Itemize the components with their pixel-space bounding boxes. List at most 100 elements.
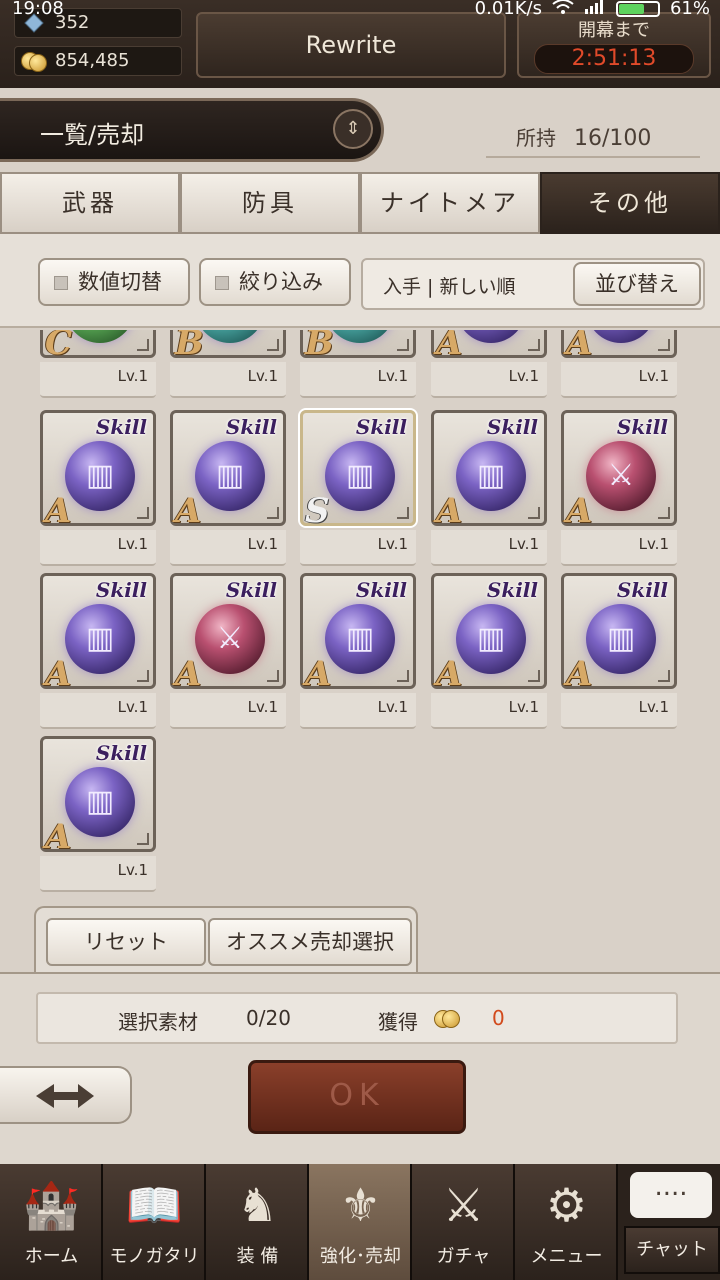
item-card[interactable]: ▥ Skill A Lv.1 (561, 573, 677, 731)
filter-bar: 数値切替 絞り込み 入手 | 新しい順 並び替え (0, 234, 720, 328)
item-frame: ▥ Skill A (561, 573, 677, 694)
reset-button[interactable]: リセット (46, 918, 206, 966)
rank-badge: A (566, 654, 593, 694)
skill-tag: Skill (95, 741, 147, 765)
gain-value: 0 (492, 1006, 505, 1030)
rank-badge: A (436, 330, 463, 363)
frame-corner-ornament (137, 507, 149, 519)
item-card[interactable]: C Lv.1 (40, 330, 156, 400)
checkbox-icon (54, 276, 68, 290)
back-button[interactable] (0, 1066, 132, 1124)
skill-book-orb-icon (456, 330, 526, 343)
item-card[interactable]: ⚔ Skill A Lv.1 (170, 573, 286, 731)
item-frame: ▥ Skill A (40, 410, 156, 531)
book-icon: 📖 (125, 1178, 184, 1232)
swords-icon: ⚔ (442, 1178, 485, 1232)
rank-badge: C (45, 330, 73, 363)
chat-label: チャット (624, 1226, 720, 1274)
item-card[interactable]: ▥ Skill S Lv.1 (300, 410, 416, 568)
nav-item-book[interactable]: 📖 モノガタリ (103, 1164, 206, 1280)
item-level: Lv.1 (40, 530, 156, 566)
frame-corner-ornament (658, 339, 670, 351)
chat-button[interactable]: .... チャット (618, 1164, 720, 1280)
frame-corner-ornament (658, 670, 670, 682)
category-tabs: 武器 防具 ナイトメア その他 (0, 172, 720, 234)
item-level: Lv.1 (40, 856, 156, 892)
gain-label: 獲得 (378, 1010, 418, 1034)
skill-book-orb-icon (325, 330, 395, 343)
item-card[interactable]: A Lv.1 (431, 330, 547, 400)
switch-mode-icon[interactable]: ⇕ (333, 109, 373, 149)
frame-corner-ornament (267, 507, 279, 519)
item-card[interactable]: ▥ Skill A Lv.1 (40, 410, 156, 568)
skill-book-orb-icon (65, 330, 135, 343)
rank-badge: B (305, 330, 334, 363)
item-frame: ⚔ Skill A (170, 573, 286, 694)
owned-value: 16/100 (574, 126, 652, 151)
rank-badge: B (175, 330, 204, 363)
item-grid[interactable]: C Lv.1 B Lv.1 B Lv.1 A Lv.1 A Lv.1 ▥ Skill A Lv.1 ▥ Ski… (0, 330, 720, 970)
skill-tag: Skill (616, 578, 668, 602)
back-arrow-icon (34, 1077, 96, 1112)
item-card[interactable]: ▥ Skill A Lv.1 (40, 573, 156, 731)
item-card[interactable]: A Lv.1 (561, 330, 677, 400)
ok-button[interactable]: OK (248, 1060, 466, 1134)
toggle-values-button[interactable]: 数値切替 (38, 258, 190, 306)
item-card[interactable]: ▥ Skill A Lv.1 (300, 573, 416, 731)
nav-item-castle[interactable]: 🏰 ホーム (0, 1164, 103, 1280)
nav-item-gears[interactable]: ⚙ メニュー (515, 1164, 618, 1280)
tab-weapons[interactable]: 武器 (0, 172, 180, 234)
item-card[interactable]: ▥ Skill A Lv.1 (431, 410, 547, 568)
timer-value: 2:51:13 (534, 44, 694, 74)
nav-item-helmet[interactable]: ⚜ 強化･売却 (309, 1164, 412, 1280)
item-frame: ▥ Skill A (300, 573, 416, 694)
skill-tag: Skill (225, 578, 277, 602)
frame-corner-ornament (397, 507, 409, 519)
skill-tag: Skill (95, 578, 147, 602)
item-level: Lv.1 (561, 693, 677, 729)
narrow-button[interactable]: 絞り込み (199, 258, 351, 306)
clock: 19:08 (12, 0, 64, 19)
nav-item-puppet[interactable]: ♞ 装 備 (206, 1164, 309, 1280)
recommend-sell-button[interactable]: オススメ売却選択 (208, 918, 412, 966)
sort-button[interactable]: 並び替え (573, 262, 701, 306)
frame-corner-ornament (528, 670, 540, 682)
skill-book-orb-icon: ▥ (325, 441, 395, 511)
narrow-label: 絞り込み (239, 270, 323, 294)
nav-label: 強化･売却 (320, 1246, 401, 1267)
crossed-swords-orb-icon: ⚔ (586, 441, 656, 511)
castle-icon: 🏰 (22, 1178, 81, 1232)
item-frame: B (300, 330, 416, 363)
item-card[interactable]: ▥ Skill A Lv.1 (170, 410, 286, 568)
puppet-icon: ♞ (236, 1178, 279, 1232)
item-frame: ▥ Skill A (170, 410, 286, 531)
chat-bubble-icon: .... (630, 1172, 712, 1218)
frame-corner-ornament (397, 670, 409, 682)
rank-badge: S (305, 491, 330, 531)
rank-badge: A (45, 491, 72, 531)
list-title-bar[interactable]: 一覧/売却 ⇕ (0, 98, 384, 162)
item-frame: ▥ Skill A (40, 736, 156, 857)
item-level: Lv.1 (40, 362, 156, 398)
selected-label: 選択素材 (118, 1010, 198, 1034)
tab-nightmare[interactable]: ナイトメア (360, 172, 540, 234)
frame-corner-ornament (137, 670, 149, 682)
rank-badge: A (45, 817, 72, 857)
divider (486, 156, 700, 158)
frame-corner-ornament (267, 339, 279, 351)
item-level: Lv.1 (431, 693, 547, 729)
skill-book-orb-icon (586, 330, 656, 343)
nav-item-swords[interactable]: ⚔ ガチャ (412, 1164, 515, 1280)
item-card[interactable]: B Lv.1 (300, 330, 416, 400)
item-card[interactable]: ▥ Skill A Lv.1 (40, 736, 156, 894)
item-card[interactable]: ▥ Skill A Lv.1 (431, 573, 547, 731)
skill-book-orb-icon: ▥ (456, 441, 526, 511)
item-card[interactable]: B Lv.1 (170, 330, 286, 400)
tab-armor[interactable]: 防具 (180, 172, 360, 234)
item-card[interactable]: ⚔ Skill A Lv.1 (561, 410, 677, 568)
item-frame: A (431, 330, 547, 363)
tab-other[interactable]: その他 (540, 172, 720, 234)
item-level: Lv.1 (561, 530, 677, 566)
item-level: Lv.1 (300, 530, 416, 566)
bottom-nav: 🏰 ホーム 📖 モノガタリ ♞ 装 備 ⚜ 強化･売却 ⚔ ガチャ ⚙ メニュー .... チャット (0, 1164, 720, 1280)
